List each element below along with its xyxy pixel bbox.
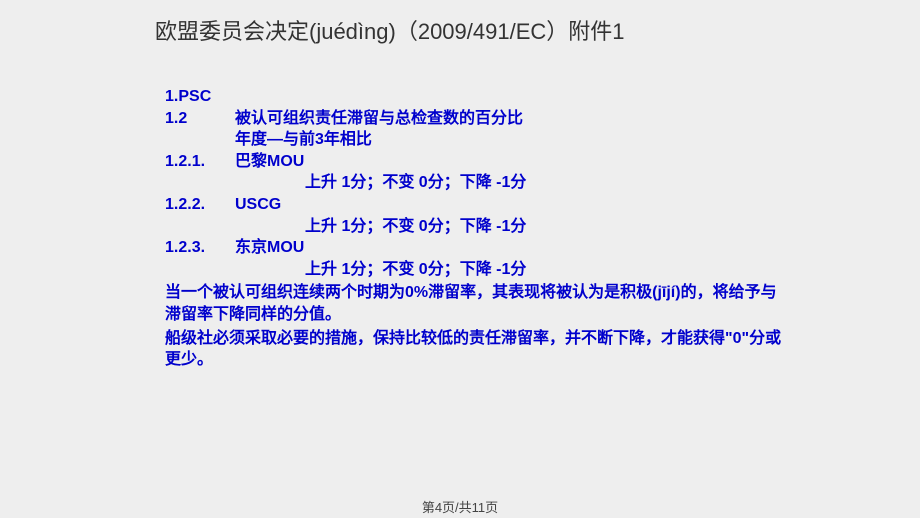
- section-1-2-3-text: 东京MOU: [235, 237, 785, 259]
- section-1-2-1-scores: 上升 1分；不变 0分；下降 -1分: [165, 172, 785, 194]
- section-1-label: 1.PSC: [165, 86, 211, 108]
- section-1-2-3: 1.2.3. 东京MOU: [165, 237, 785, 259]
- page-title: 欧盟委员会决定(juédìng)（2009/491/EC）附件1: [155, 14, 625, 46]
- section-1-2-3-label: 1.2.3.: [165, 237, 235, 259]
- section-1-2-label: 1.2: [165, 108, 235, 130]
- page-footer: 第4页/共11页: [0, 497, 920, 516]
- section-1-2-sub-text: 年度—与前3年相比: [235, 129, 785, 151]
- paragraph-1: 当一个被认可组织连续两个时期为0%滞留率，其表现将被认为是积极(jījí)的，将…: [165, 282, 785, 325]
- document-content: 1.PSC 1.2 被认可组织责任滞留与总检查数的百分比 年度—与前3年相比 1…: [165, 86, 785, 371]
- section-1-2-2-text: USCG: [235, 194, 785, 216]
- section-1-2-1-text: 巴黎MOU: [235, 151, 785, 173]
- section-1: 1.PSC: [165, 86, 785, 108]
- section-1-2-text: 被认可组织责任滞留与总检查数的百分比: [235, 108, 785, 130]
- section-1-2-2: 1.2.2. USCG: [165, 194, 785, 216]
- section-1-2: 1.2 被认可组织责任滞留与总检查数的百分比: [165, 108, 785, 130]
- section-1-2-3-scores: 上升 1分；不变 0分；下降 -1分: [165, 259, 785, 281]
- blank-label: [165, 129, 235, 151]
- paragraph-2: 船级社必须采取必要的措施，保持比较低的责任滞留率，并不断下降，才能获得"0"分或…: [165, 328, 785, 371]
- section-1-2-1-label: 1.2.1.: [165, 151, 235, 173]
- section-1-2-2-scores: 上升 1分；不变 0分；下降 -1分: [165, 216, 785, 238]
- section-1-2-1: 1.2.1. 巴黎MOU: [165, 151, 785, 173]
- section-1-2-sub: 年度—与前3年相比: [165, 129, 785, 151]
- section-1-2-2-label: 1.2.2.: [165, 194, 235, 216]
